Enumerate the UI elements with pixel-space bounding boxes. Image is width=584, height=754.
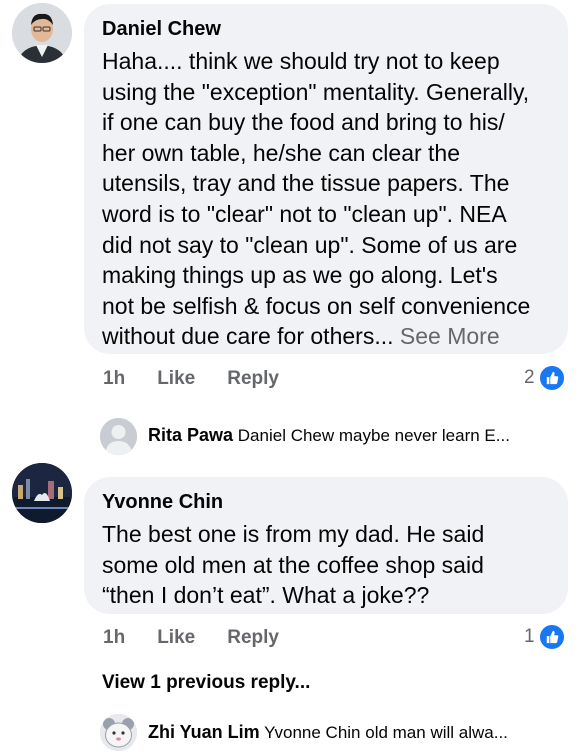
view-previous-replies-link[interactable]: View 1 previous reply... xyxy=(102,672,310,694)
reply-author[interactable]: Rita Pawa xyxy=(148,425,233,445)
reply-button[interactable]: Reply xyxy=(227,368,279,390)
avatar-daniel-chew[interactable] xyxy=(12,3,72,63)
comment-timestamp[interactable]: 1h xyxy=(103,368,125,390)
comment-text: Haha.... think we should try not to keep… xyxy=(102,46,550,352)
comment-author[interactable]: Yvonne Chin xyxy=(102,489,550,515)
comment-actions: 1h Like Reply xyxy=(103,625,311,651)
reaction-count: 1 xyxy=(524,626,535,647)
comment-actions: 1h Like Reply xyxy=(103,366,311,392)
thumbs-up-icon xyxy=(537,364,566,392)
comment-bubble: Daniel Chew Haha.... think we should try… xyxy=(84,4,568,354)
reply-text: Daniel Chew maybe never learn E... xyxy=(237,426,510,445)
like-button[interactable]: Like xyxy=(157,368,195,390)
avatar-yvonne-chin[interactable] xyxy=(12,463,72,523)
reply-text: Yvonne Chin old man will alwa... xyxy=(264,723,508,742)
thumbs-up-icon xyxy=(537,623,566,651)
see-more-link[interactable]: See More xyxy=(394,323,500,349)
comment-author[interactable]: Daniel Chew xyxy=(102,16,550,42)
comment-body: The best one is from my dad. He said som… xyxy=(102,521,485,609)
reaction-summary[interactable]: 2 xyxy=(524,364,566,392)
comment-timestamp[interactable]: 1h xyxy=(103,627,125,649)
avatar-zhi-yuan-lim[interactable] xyxy=(100,714,137,751)
reply-author[interactable]: Zhi Yuan Lim xyxy=(148,722,260,742)
comment-bubble: Yvonne Chin The best one is from my dad.… xyxy=(84,477,568,614)
comment-body: Haha.... think we should try not to keep… xyxy=(102,48,531,350)
reply-button[interactable]: Reply xyxy=(227,627,279,649)
avatar-rita-pawa[interactable] xyxy=(100,418,137,455)
like-button[interactable]: Like xyxy=(157,627,195,649)
reaction-summary[interactable]: 1 xyxy=(524,623,566,651)
reply-preview[interactable]: Rita Pawa Daniel Chew maybe never learn … xyxy=(148,425,510,446)
reaction-count: 2 xyxy=(524,367,535,388)
reply-preview[interactable]: Zhi Yuan Lim Yvonne Chin old man will al… xyxy=(148,722,508,743)
